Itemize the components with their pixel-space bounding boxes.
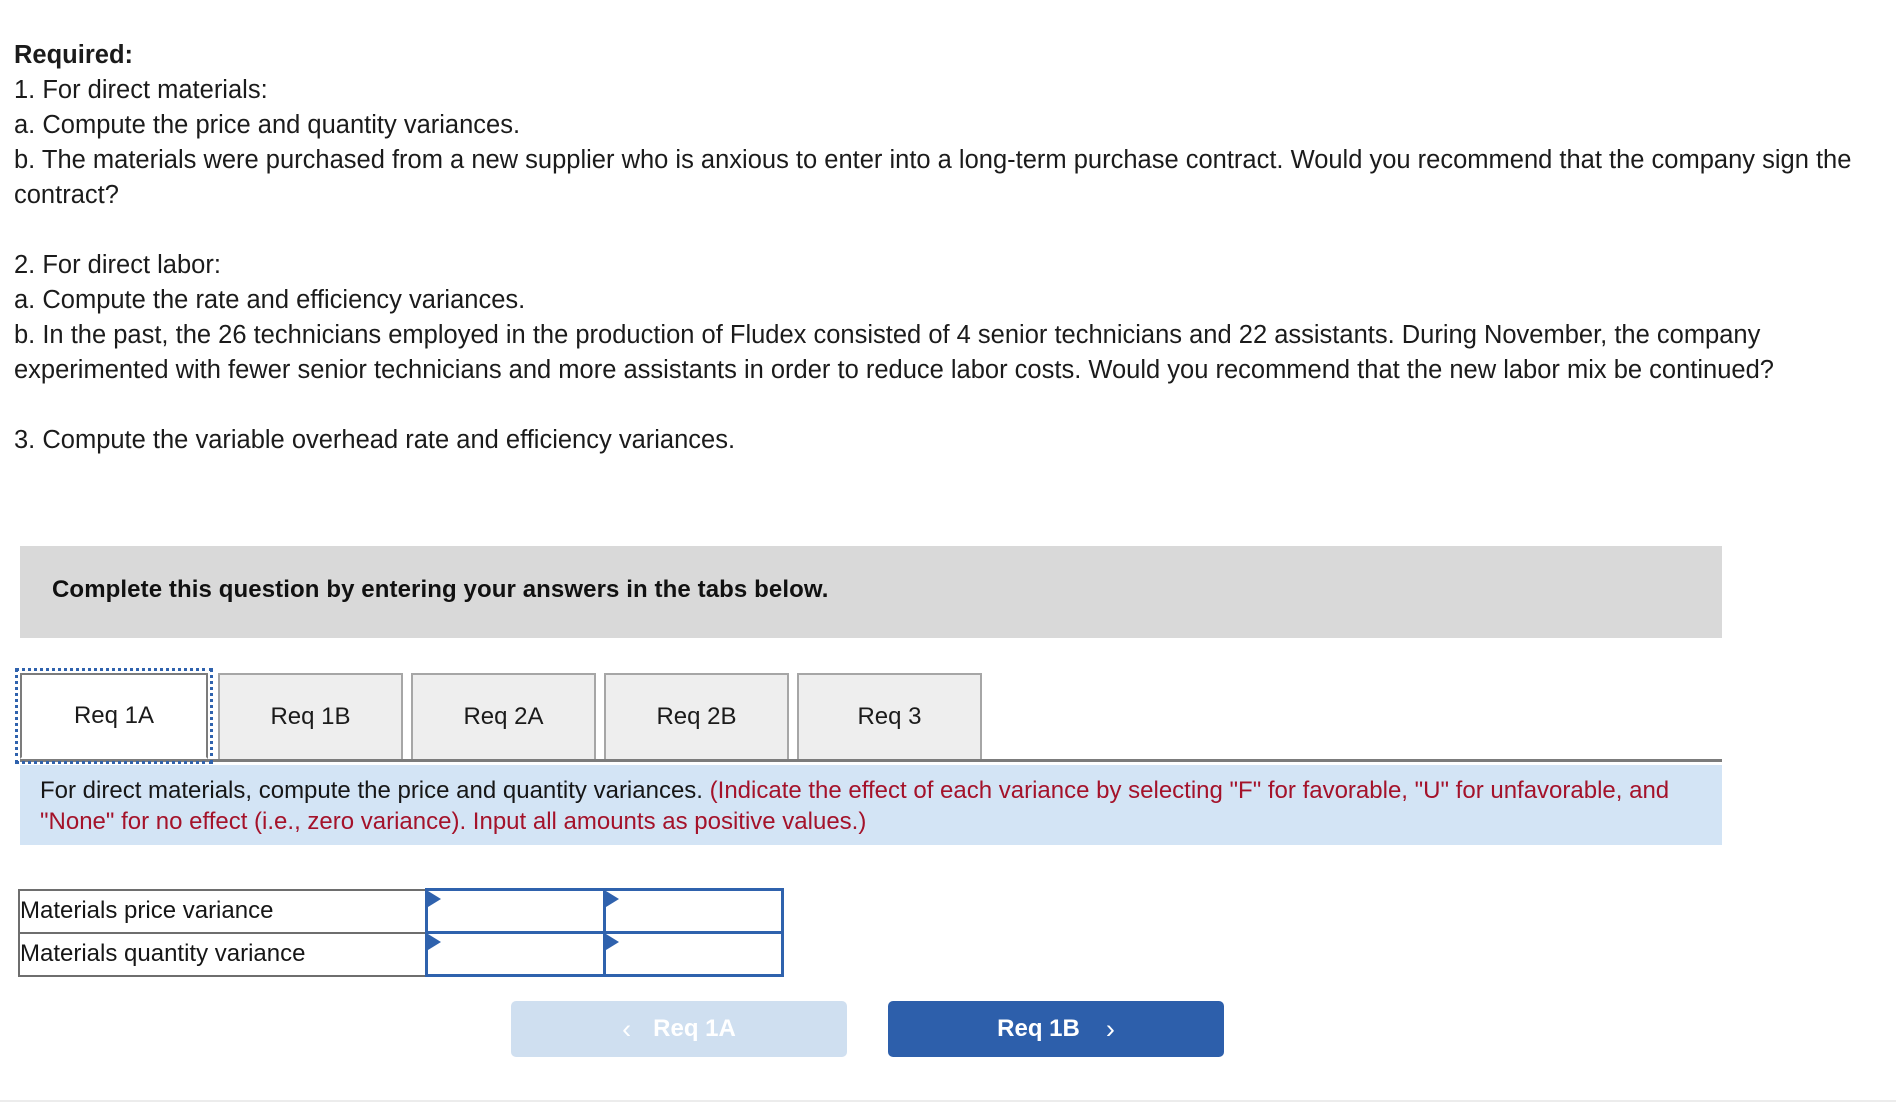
tab-req-2a-label: Req 2A [463,703,544,730]
bottom-divider [0,1100,1896,1102]
tab-req-1b[interactable]: Req 1B [218,673,403,759]
requirements-section: Required: 1. For direct materials: a. Co… [14,38,1884,458]
requirement-3: 3. Compute the variable overhead rate an… [14,426,736,454]
tab-req-3[interactable]: Req 3 [797,673,982,759]
requirement-spacer-2 [14,388,1884,423]
tab-req-2a[interactable]: Req 2A [411,673,596,759]
materials-quantity-variance-label: Materials quantity variance [18,931,427,977]
instruction-panel: For direct materials, compute the price … [20,765,1722,845]
requirement-spacer-1 [14,213,1884,248]
cell-marker-icon [427,891,441,907]
materials-quantity-variance-effect-cell[interactable] [602,931,784,977]
tab-req-1b-label: Req 1B [270,703,351,730]
materials-price-variance-label: Materials price variance [18,888,427,934]
table-row: Materials price variance [18,888,784,934]
cell-marker-icon [605,891,619,907]
requirement-2-heading: 2. For direct labor: [14,251,221,279]
materials-quantity-variance-amount-input[interactable] [443,934,601,974]
instruction-plain-text: For direct materials, compute the price … [40,777,703,804]
previous-requirement-label: Req 1A [653,1015,736,1042]
tab-req-3-label: Req 3 [857,703,922,730]
requirement-1a: a. Compute the price and quantity varian… [14,111,521,139]
tab-req-1a-label: Req 1A [73,702,155,729]
materials-price-variance-amount-input[interactable] [443,891,601,931]
requirement-2a: a. Compute the rate and efficiency varia… [14,286,526,314]
cell-marker-icon [427,934,441,950]
previous-requirement-button[interactable]: ‹ Req 1A [511,1001,847,1057]
next-requirement-button[interactable]: Req 1B › [888,1001,1224,1057]
materials-quantity-variance-effect-input[interactable] [621,934,779,974]
requirement-1b: b. The materials were purchased from a n… [14,146,1852,209]
required-heading: Required: [14,41,134,69]
next-requirement-label: Req 1B [997,1015,1080,1042]
materials-price-variance-effect-cell[interactable] [602,888,784,934]
complete-question-banner-text: Complete this question by entering your … [52,576,829,603]
materials-price-variance-effect-input[interactable] [621,891,779,931]
materials-quantity-variance-amount-cell[interactable] [424,931,606,977]
materials-price-variance-amount-cell[interactable] [424,888,606,934]
requirement-2b: b. In the past, the 26 technicians emplo… [14,321,1774,384]
chevron-left-icon: ‹ [622,1013,632,1044]
tab-req-2b-label: Req 2B [656,703,737,730]
cell-marker-icon [605,934,619,950]
table-row: Materials quantity variance [18,931,784,977]
variance-answer-table: Materials price variance Materials quant… [18,888,784,977]
requirement-tab-strip: Req 1A Req 1B Req 2A Req 2B Req 3 [15,668,1722,764]
tab-req-2b[interactable]: Req 2B [604,673,789,759]
requirement-1-heading: 1. For direct materials: [14,76,268,104]
instruction-text: For direct materials, compute the price … [40,775,1690,837]
tab-req-1a[interactable]: Req 1A [15,668,213,764]
chevron-right-icon: › [1105,1013,1115,1044]
complete-question-banner: Complete this question by entering your … [20,546,1722,638]
